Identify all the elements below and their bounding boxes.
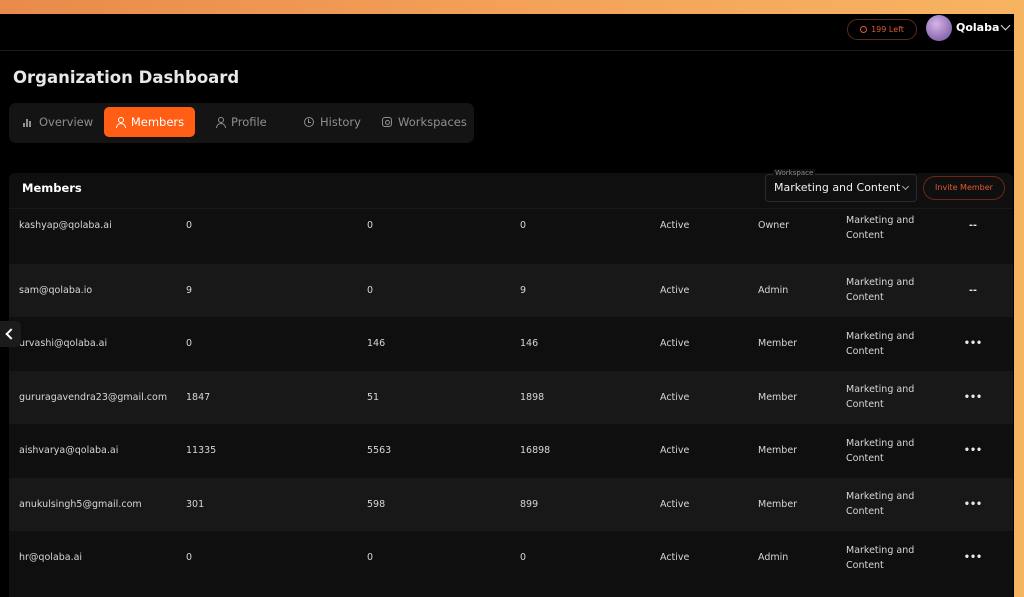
member-workspace: Marketing and Content <box>846 437 915 464</box>
member-status: Active <box>660 445 690 457</box>
table-row: anukulsingh5@gmail.com 301 598 899 Active Mem… <box>9 477 1013 532</box>
tab-members[interactable]: Members <box>104 107 195 137</box>
member-workspace: Marketing and Content <box>846 277 915 304</box>
avatar[interactable] <box>926 15 952 41</box>
member-email: aishvarya@qolaba.ai <box>19 445 119 457</box>
username[interactable]: Qolaba <box>956 21 999 34</box>
tab-workspaces[interactable]: Workspaces <box>382 107 467 137</box>
member-value-a: 0 <box>186 338 193 350</box>
member-role: Member <box>758 498 798 510</box>
workspace-label: Workspace <box>773 169 816 177</box>
members-table: kashyap@qolaba.ai 0 0 0 Active Owner Marketing… <box>9 210 1013 585</box>
more-actions-button[interactable]: ••• <box>964 424 982 478</box>
chevron-down-icon <box>901 182 910 191</box>
top-bar: 199 Left Qolaba <box>0 14 1014 51</box>
credits-badge[interactable]: 199 Left <box>847 19 917 40</box>
table-row: kashyap@qolaba.ai 0 0 0 Active Owner Marketing… <box>9 210 1013 264</box>
member-value-c: 146 <box>520 338 539 350</box>
tab-overview-label: Overview <box>39 115 94 129</box>
member-status: Active <box>660 220 690 231</box>
member-email: sam@qolaba.io <box>19 284 93 296</box>
member-status: Active <box>660 284 690 296</box>
member-value-c: 1898 <box>520 391 545 403</box>
member-value-b: 51 <box>367 391 380 403</box>
member-value-c: 0 <box>520 220 527 231</box>
member-workspace: Marketing and Content <box>846 544 915 571</box>
invite-member-button[interactable]: Invite Member <box>923 176 1005 200</box>
member-value-b: 598 <box>367 498 386 510</box>
tab-profile-label: Profile <box>231 115 267 129</box>
more-actions-button[interactable]: ••• <box>964 478 982 532</box>
member-email: gururagavendra23@gmail.com <box>19 391 168 403</box>
member-role: Member <box>758 445 798 457</box>
member-value-b: 0 <box>367 284 374 296</box>
members-panel-header: Members Marketing and Content Workspace … <box>9 169 1013 209</box>
person-icon <box>215 117 226 128</box>
tab-profile[interactable]: Profile <box>215 107 267 137</box>
member-value-a: 301 <box>186 498 205 510</box>
table-row: aishvarya@qolaba.ai 11335 5563 16898 Active M… <box>9 424 1013 478</box>
member-value-c: 9 <box>520 284 527 296</box>
table-row: gururagavendra23@gmail.com 1847 51 1898 Acti… <box>9 370 1013 425</box>
member-email: anukulsingh5@gmail.com <box>19 498 142 510</box>
tab-members-label: Members <box>130 115 185 129</box>
workspace-select[interactable]: Marketing and Content <box>765 174 917 202</box>
member-status: Active <box>660 391 690 403</box>
tab-bar: Overview Members Profile History Workspa… <box>9 103 474 143</box>
member-value-b: 146 <box>367 338 386 350</box>
member-email: kashyap@qolaba.ai <box>19 220 112 231</box>
group-icon <box>382 117 392 127</box>
chevron-down-icon[interactable] <box>1000 20 1011 31</box>
member-status: Active <box>660 498 690 510</box>
more-actions-button[interactable]: ••• <box>964 317 982 371</box>
member-value-a: 11335 <box>186 445 217 457</box>
page-title: Organization Dashboard <box>13 68 240 87</box>
member-value-a: 0 <box>186 552 193 564</box>
member-email: hr@qolaba.ai <box>19 552 83 564</box>
member-value-a: 1847 <box>186 391 211 403</box>
member-value-c: 0 <box>520 552 527 564</box>
member-status: Active <box>660 338 690 350</box>
no-action-placeholder: -- <box>969 284 977 296</box>
member-role: Admin <box>758 552 789 564</box>
no-action-placeholder: -- <box>969 220 977 231</box>
member-value-b: 0 <box>367 220 374 231</box>
member-workspace: Marketing and Content <box>846 330 915 357</box>
member-value-c: 899 <box>520 498 539 510</box>
tab-workspaces-label: Workspaces <box>398 115 467 129</box>
member-value-b: 0 <box>367 552 374 564</box>
more-actions-button[interactable]: ••• <box>964 371 982 425</box>
person-icon <box>115 117 126 128</box>
member-value-c: 16898 <box>520 445 551 457</box>
member-workspace: Marketing and Content <box>846 491 915 518</box>
member-value-b: 5563 <box>367 445 392 457</box>
table-row: hr@qolaba.ai 0 0 0 Active Admin Marketing and … <box>9 531 1013 585</box>
chevron-left-icon[interactable] <box>0 321 21 347</box>
coin-icon <box>860 26 868 33</box>
more-actions-button[interactable]: ••• <box>964 531 982 585</box>
member-role: Owner <box>758 220 790 231</box>
members-panel: Members Marketing and Content Workspace … <box>9 169 1013 597</box>
member-value-a: 9 <box>186 284 193 296</box>
members-title: Members <box>22 181 82 195</box>
member-role: Admin <box>758 284 789 296</box>
tab-history-label: History <box>320 115 361 129</box>
member-workspace: Marketing and Content <box>846 215 915 241</box>
app-window: 199 Left Qolaba Organization Dashboard O… <box>0 14 1014 597</box>
bar-chart-icon <box>23 117 33 127</box>
table-row: urvashi@qolaba.ai 0 146 146 Active Member Mark… <box>9 317 1013 371</box>
member-role: Member <box>758 338 798 350</box>
member-status: Active <box>660 552 690 564</box>
tab-history[interactable]: History <box>304 107 361 137</box>
member-value-a: 0 <box>186 220 193 231</box>
member-email: urvashi@qolaba.ai <box>19 338 108 350</box>
tab-overview[interactable]: Overview <box>23 107 93 137</box>
member-role: Member <box>758 391 798 403</box>
workspace-select-value: Marketing and Content <box>774 181 901 194</box>
credits-label: 199 Left <box>871 25 904 34</box>
history-icon <box>304 117 314 127</box>
table-row: sam@qolaba.io 9 0 9 Active Admin Marketing and… <box>9 263 1013 317</box>
member-workspace: Marketing and Content <box>846 384 915 411</box>
